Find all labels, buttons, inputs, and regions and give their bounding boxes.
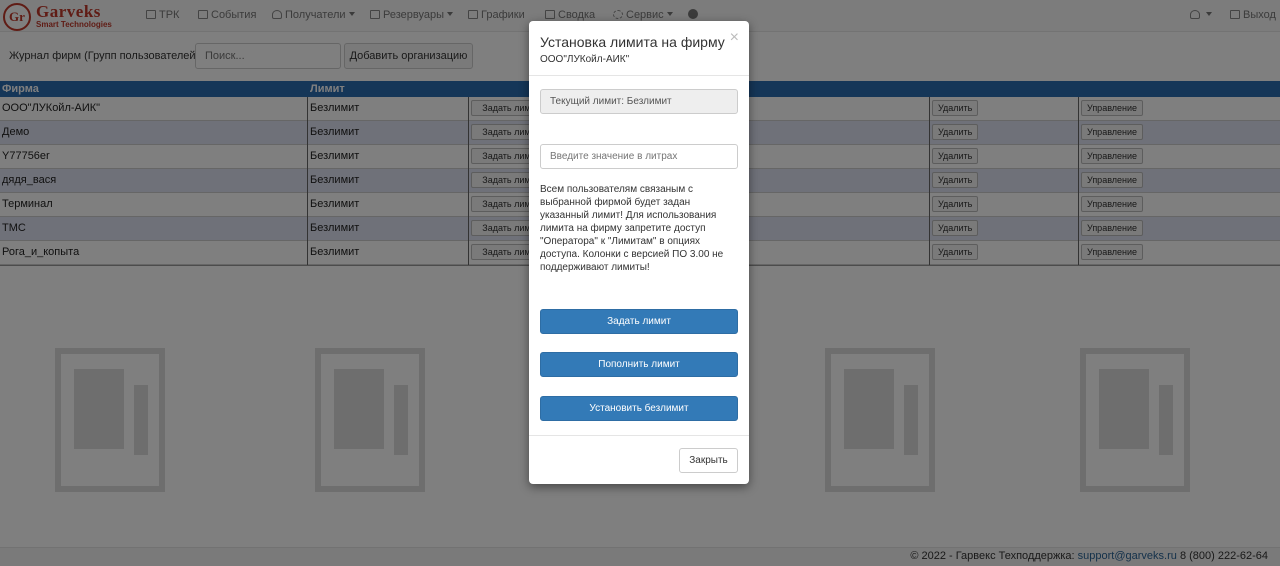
modal-footer: Закрыть bbox=[529, 435, 749, 484]
set-unlimited-button[interactable]: Установить безлимит bbox=[540, 396, 738, 421]
top-up-limit-button[interactable]: Пополнить лимит bbox=[540, 352, 738, 377]
limit-liters-input[interactable] bbox=[540, 144, 738, 169]
modal-firm-name: ООО"ЛУКойл-АИК" bbox=[540, 54, 630, 65]
limit-warning-text: Всем пользователям связаным с выбранной … bbox=[540, 184, 724, 273]
modal-header: Установка лимита на фирму ООО"ЛУКойл-АИК… bbox=[529, 21, 749, 76]
close-button[interactable]: Закрыть bbox=[679, 448, 738, 473]
set-limit-modal: Установка лимита на фирму ООО"ЛУКойл-АИК… bbox=[529, 21, 749, 484]
current-limit-field bbox=[540, 89, 738, 114]
modal-title: Установка лимита на фирму bbox=[540, 34, 725, 50]
close-icon[interactable]: × bbox=[730, 30, 739, 46]
set-limit-button[interactable]: Задать лимит bbox=[540, 309, 738, 334]
